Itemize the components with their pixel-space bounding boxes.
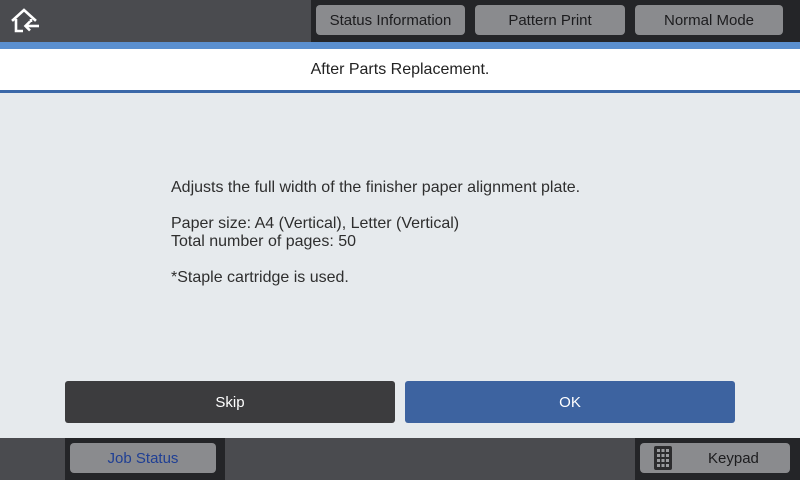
status-information-button[interactable]: Status Information xyxy=(316,5,465,35)
job-status-group: Job Status xyxy=(65,438,225,480)
maintenance-screen: Status Information Pattern Print Normal … xyxy=(0,0,800,480)
ok-button[interactable]: OK xyxy=(405,381,735,423)
home-button[interactable] xyxy=(4,0,48,42)
pattern-print-button[interactable]: Pattern Print xyxy=(475,5,625,35)
page-title: After Parts Replacement. xyxy=(310,60,490,78)
skip-button[interactable]: Skip xyxy=(65,381,395,423)
keypad-button[interactable]: Keypad xyxy=(640,443,790,473)
title-bar: After Parts Replacement. xyxy=(0,49,800,93)
keypad-group: Keypad xyxy=(635,438,800,480)
message-staple-note: *Staple cartridge is used. xyxy=(171,269,349,286)
keypad-icon xyxy=(654,446,672,470)
bottom-bar: Job Status Keypad xyxy=(0,438,800,480)
home-back-icon xyxy=(11,8,39,33)
accent-divider xyxy=(0,42,800,49)
keypad-label: Keypad xyxy=(708,449,759,467)
content-area: Adjusts the full width of the finisher p… xyxy=(0,93,800,438)
message-description: Adjusts the full width of the finisher p… xyxy=(171,179,581,196)
message-paper-size: Paper size: A4 (Vertical), Letter (Verti… xyxy=(171,215,460,232)
top-bar: Status Information Pattern Print Normal … xyxy=(0,0,800,42)
job-status-button[interactable]: Job Status xyxy=(70,443,216,473)
normal-mode-button[interactable]: Normal Mode xyxy=(635,5,783,35)
top-button-group: Status Information Pattern Print Normal … xyxy=(311,0,800,42)
message-page-count: Total number of pages: 50 xyxy=(171,233,357,250)
